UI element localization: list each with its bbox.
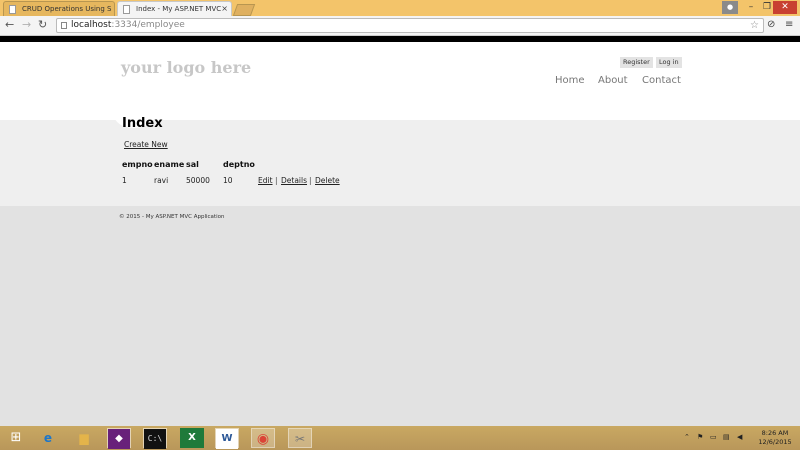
delete-link[interactable]: Delete	[315, 176, 340, 185]
tab-title: Index - My ASP.NET MVC	[136, 5, 222, 13]
close-tab-icon[interactable]: ×	[221, 4, 228, 13]
url-host: localhost	[71, 20, 112, 30]
nav-contact-link[interactable]: Contact	[642, 75, 681, 86]
action-separator: |	[275, 176, 278, 185]
monitor-icon[interactable]: ▭	[710, 433, 717, 441]
edit-link[interactable]: Edit	[258, 176, 273, 185]
chrome-taskbar-button[interactable]: ◉	[251, 428, 275, 448]
nav-home-link[interactable]: Home	[555, 75, 585, 86]
tab-title: CRUD Operations Using S	[22, 5, 112, 13]
internet-explorer-icon: e	[43, 431, 53, 445]
cell-sal: 50000	[186, 176, 210, 185]
cell-ename: ravi	[154, 176, 169, 185]
start-button[interactable]: ⊞	[4, 428, 28, 448]
word-icon: W	[216, 429, 238, 449]
forward-arrow-icon[interactable]: →	[22, 18, 31, 32]
main-content-band	[0, 120, 800, 206]
clock-time: 8:26 AM	[761, 429, 789, 437]
details-link[interactable]: Details	[281, 176, 307, 185]
nav-about-link[interactable]: About	[598, 75, 628, 86]
file-explorer-taskbar-button[interactable]: ▆	[72, 428, 96, 448]
network-icon[interactable]: ▤	[723, 433, 730, 441]
tab-crud-operations[interactable]: CRUD Operations Using S	[3, 1, 115, 16]
page-icon	[123, 5, 130, 14]
page-viewport: your logo here Register Log in Home Abou…	[0, 36, 800, 426]
new-tab-button[interactable]	[232, 4, 256, 16]
windows-logo-icon: ⊞	[10, 430, 22, 445]
register-link[interactable]: Register	[620, 57, 653, 68]
column-header-sal: sal	[186, 160, 199, 169]
folder-icon: ▆	[79, 431, 89, 445]
close-window-button[interactable]: ✕	[773, 1, 797, 14]
browser-toolbar: ← → ↻ localhost:3334/employee ☆ ⊘ ≡	[0, 16, 800, 36]
system-clock[interactable]: 8:26 AM 12/6/2015	[755, 429, 795, 447]
windows-taskbar: ⊞ e ▆ ◆ C:\ X W ◉ ✂ ⌃ ⚑ ▭ ▤ ◀ 8:26 AM 12…	[0, 426, 800, 450]
command-prompt-icon: C:\	[144, 429, 166, 449]
chrome-icon: ◉	[256, 431, 270, 447]
column-header-empno: empno	[122, 160, 153, 169]
bookmark-star-icon[interactable]: ☆	[750, 19, 759, 32]
command-prompt-taskbar-button[interactable]: C:\	[143, 428, 167, 449]
page-icon	[9, 5, 16, 14]
back-arrow-icon[interactable]: ←	[5, 18, 14, 32]
tools-icon: ✂	[294, 432, 306, 446]
page-icon	[61, 22, 67, 29]
cell-empno: 1	[122, 176, 127, 185]
tools-taskbar-button[interactable]: ✂	[288, 428, 312, 448]
create-new-link[interactable]: Create New	[124, 140, 168, 149]
address-bar[interactable]: localhost:3334/employee ☆	[56, 18, 764, 33]
flag-icon[interactable]: ⚑	[697, 433, 703, 441]
word-taskbar-button[interactable]: W	[215, 428, 239, 449]
volume-icon[interactable]: ◀	[737, 433, 742, 441]
action-separator: |	[309, 176, 312, 185]
tab-index[interactable]: Index - My ASP.NET MVC ×	[117, 1, 232, 16]
cell-deptno: 10	[223, 176, 233, 185]
excel-icon: X	[180, 428, 204, 448]
internet-explorer-taskbar-button[interactable]: e	[36, 428, 60, 448]
user-icon[interactable]: ●	[722, 1, 738, 14]
menu-icon[interactable]: ≡	[785, 19, 793, 30]
visual-studio-icon: ◆	[108, 429, 130, 449]
column-header-ename: ename	[154, 160, 185, 169]
block-icon[interactable]: ⊘	[767, 19, 775, 30]
show-hidden-icons-icon[interactable]: ⌃	[684, 433, 690, 441]
excel-taskbar-button[interactable]: X	[180, 428, 204, 448]
column-header-deptno: deptno	[223, 160, 255, 169]
reload-icon[interactable]: ↻	[38, 18, 47, 32]
login-link[interactable]: Log in	[656, 57, 682, 68]
visual-studio-taskbar-button[interactable]: ◆	[107, 428, 131, 449]
page-title: Index	[122, 116, 163, 131]
page-footer: © 2015 - My ASP.NET MVC Application	[119, 214, 225, 220]
browser-titlebar: CRUD Operations Using S Index - My ASP.N…	[0, 0, 800, 16]
url-path: :3334/employee	[111, 20, 185, 30]
site-logo[interactable]: your logo here	[121, 58, 251, 77]
clock-date: 12/6/2015	[758, 438, 792, 446]
